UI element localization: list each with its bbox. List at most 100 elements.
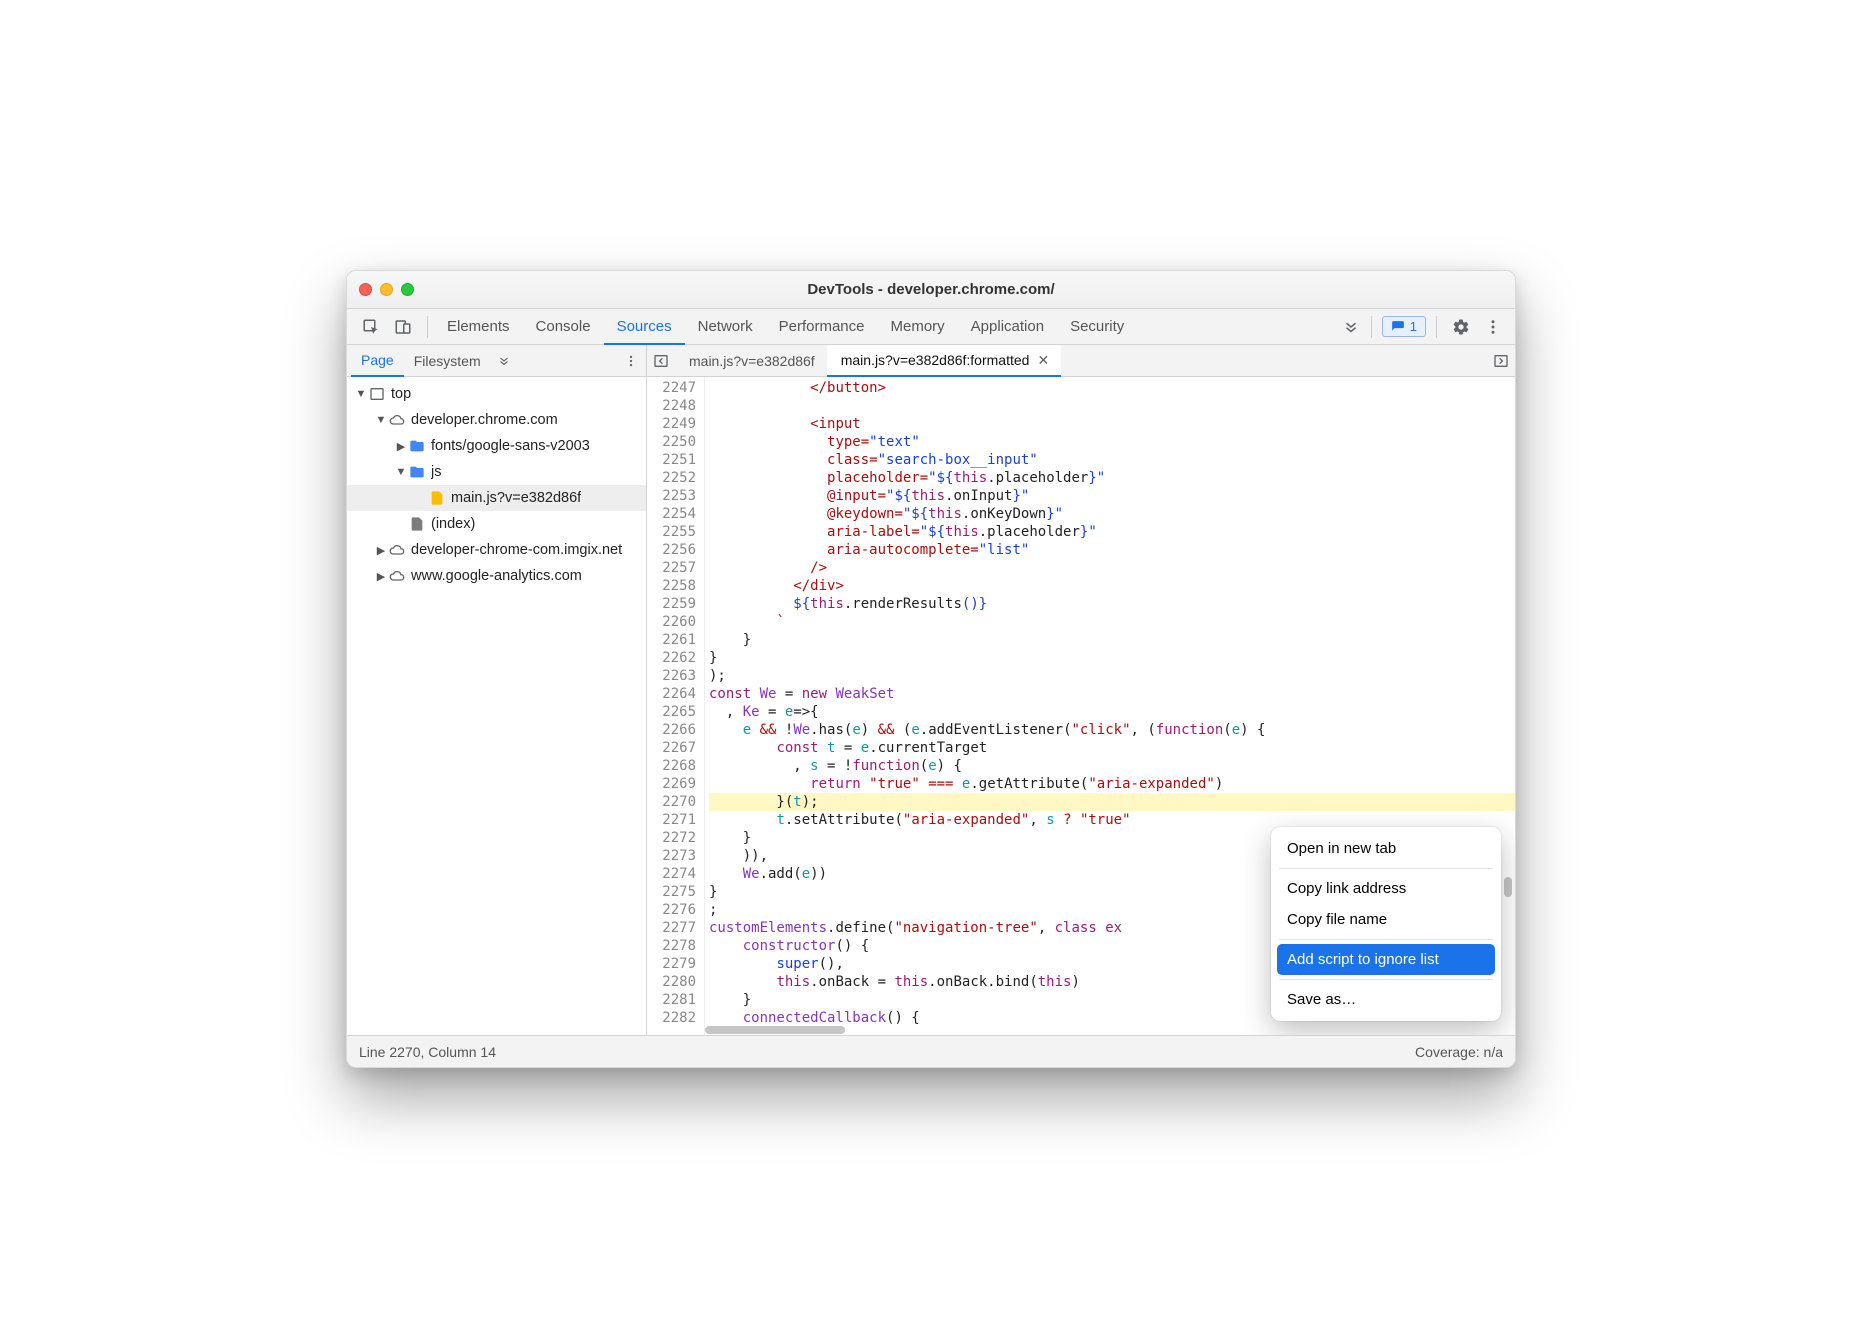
separator [427, 316, 428, 338]
tree-node[interactable]: (index) [347, 511, 646, 537]
tree-node-label: developer.chrome.com [411, 412, 558, 428]
main-tabs-row: ElementsConsoleSourcesNetworkPerformance… [347, 309, 1515, 345]
horizontal-scrollbar[interactable] [705, 1025, 1501, 1035]
context-menu-item[interactable]: Copy file name [1277, 904, 1495, 935]
code-line[interactable]: const t = e.currentTarget [709, 739, 1515, 757]
context-menu-item[interactable]: Add script to ignore list [1277, 944, 1495, 975]
code-line[interactable]: return "true" === e.getAttribute("aria-e… [709, 775, 1515, 793]
code-line[interactable]: placeholder="${this.placeholder}" [709, 469, 1515, 487]
tree-node[interactable]: ▼ top [347, 381, 646, 407]
code-line[interactable]: aria-label="${this.placeholder}" [709, 523, 1515, 541]
kebab-menu-icon[interactable] [1479, 313, 1507, 341]
code-line[interactable]: e && !We.has(e) && (e.addEventListener("… [709, 721, 1515, 739]
tree-node[interactable]: ▼js [347, 459, 646, 485]
context-menu-item[interactable]: Open in new tab [1277, 833, 1495, 864]
expand-arrow-icon[interactable]: ▼ [395, 466, 407, 478]
zoom-window-button[interactable] [401, 283, 414, 296]
main-tab-security[interactable]: Security [1057, 309, 1137, 345]
code-line[interactable]: ); [709, 667, 1515, 685]
tree-node[interactable]: ▼ developer.chrome.com [347, 407, 646, 433]
code-line[interactable]: <input [709, 415, 1515, 433]
code-line[interactable]: /> [709, 559, 1515, 577]
tree-node-label: top [391, 386, 411, 402]
sidebar-kebab-icon[interactable] [616, 345, 646, 377]
tree-node-label: (index) [431, 516, 475, 532]
tree-node[interactable]: main.js?v=e382d86f [347, 485, 646, 511]
toggle-sidebar-icon[interactable] [1487, 353, 1515, 369]
issues-pill[interactable]: 1 [1382, 316, 1426, 337]
menu-separator [1279, 939, 1493, 940]
tree-node[interactable]: ▶fonts/google-sans-v2003 [347, 433, 646, 459]
main-tab-memory[interactable]: Memory [878, 309, 958, 345]
code-line[interactable]: ${this.renderResults()} [709, 595, 1515, 613]
code-line[interactable]: const We = new WeakSet [709, 685, 1515, 703]
minimize-window-button[interactable] [380, 283, 393, 296]
context-menu-item[interactable]: Copy link address [1277, 873, 1495, 904]
code-line[interactable]: @input="${this.onInput}" [709, 487, 1515, 505]
statusbar: Line 2270, Column 14 Coverage: n/a [347, 1035, 1515, 1067]
main-tab-sources[interactable]: Sources [604, 309, 685, 345]
cursor-position: Line 2270, Column 14 [359, 1044, 496, 1060]
code-line[interactable]: ` [709, 613, 1515, 631]
file-tree[interactable]: ▼ top ▼ developer.chrome.com ▶fonts/google-s… [347, 377, 646, 1035]
expand-arrow-icon[interactable]: ▼ [355, 388, 367, 400]
close-tab-icon[interactable]: ✕ [1037, 353, 1049, 367]
editor-nav-back-icon[interactable] [647, 353, 675, 369]
line-gutter: 2247224822492250225122522253225422552256… [647, 377, 705, 1035]
main-tab-application[interactable]: Application [958, 309, 1057, 345]
inspect-element-icon[interactable] [357, 313, 385, 341]
editor-tab[interactable]: main.js?v=e382d86f [675, 345, 827, 377]
editor-panel: main.js?v=e382d86f main.js?v=e382d86f:for… [647, 345, 1515, 1035]
context-menu: Open in new tab Copy link addressCopy fil… [1271, 827, 1501, 1021]
editor-tab-label: main.js?v=e382d86f:formatted [841, 352, 1030, 368]
code-line[interactable]: </button> [709, 379, 1515, 397]
code-line[interactable]: } [709, 649, 1515, 667]
context-menu-item[interactable]: Save as… [1277, 984, 1495, 1015]
editor-tabs: main.js?v=e382d86f main.js?v=e382d86f:for… [647, 345, 1515, 377]
main-tab-elements[interactable]: Elements [434, 309, 523, 345]
close-window-button[interactable] [359, 283, 372, 296]
issue-icon [1391, 320, 1405, 334]
code-line[interactable] [709, 397, 1515, 415]
expand-arrow-icon[interactable]: ▶ [375, 570, 387, 583]
tree-node-label: developer-chrome-com.imgix.net [411, 542, 622, 558]
expand-arrow-icon[interactable]: ▶ [375, 544, 387, 557]
main-tab-performance[interactable]: Performance [766, 309, 878, 345]
code-line[interactable]: , Ke = e=>{ [709, 703, 1515, 721]
separator [1436, 316, 1437, 338]
body-panels: PageFilesystem ▼ top ▼ developer.chrome.com… [347, 345, 1515, 1035]
sidebar-tab-page[interactable]: Page [351, 345, 404, 377]
code-line[interactable]: type="text" [709, 433, 1515, 451]
folder-icon [409, 464, 425, 480]
separator [1371, 316, 1372, 338]
window-title: DevTools - developer.chrome.com/ [347, 281, 1515, 298]
tree-node[interactable]: ▶ developer-chrome-com.imgix.net [347, 537, 646, 563]
device-toolbar-icon[interactable] [389, 313, 417, 341]
code-view[interactable]: 2247224822492250225122522253225422552256… [647, 377, 1515, 1035]
frame-icon [369, 386, 385, 402]
main-tab-console[interactable]: Console [523, 309, 604, 345]
code-line[interactable]: </div> [709, 577, 1515, 595]
code-line[interactable]: @keydown="${this.onKeyDown}" [709, 505, 1515, 523]
main-tab-network[interactable]: Network [685, 309, 766, 345]
editor-tab[interactable]: main.js?v=e382d86f:formatted ✕ [827, 345, 1061, 377]
cloud-icon [389, 412, 405, 428]
expand-arrow-icon[interactable]: ▶ [395, 440, 407, 453]
tree-node-label: www.google-analytics.com [411, 568, 582, 584]
code-line[interactable]: }(t); [709, 793, 1515, 811]
titlebar: DevTools - developer.chrome.com/ [347, 271, 1515, 309]
overflow-tabs-icon[interactable] [1337, 313, 1365, 341]
vertical-scrollbar[interactable] [1504, 877, 1512, 897]
code-line[interactable]: class="search-box__input" [709, 451, 1515, 469]
issues-count: 1 [1410, 319, 1417, 334]
tree-node-label: main.js?v=e382d86f [451, 490, 581, 506]
editor-tab-label: main.js?v=e382d86f [689, 353, 815, 369]
code-line[interactable]: } [709, 631, 1515, 649]
expand-arrow-icon[interactable]: ▼ [375, 414, 387, 426]
sidebar-tab-filesystem[interactable]: Filesystem [404, 345, 491, 377]
settings-gear-icon[interactable] [1447, 313, 1475, 341]
code-line[interactable]: aria-autocomplete="list" [709, 541, 1515, 559]
code-line[interactable]: , s = !function(e) { [709, 757, 1515, 775]
tree-node[interactable]: ▶ www.google-analytics.com [347, 563, 646, 589]
sidebar-overflow-icon[interactable] [491, 345, 517, 377]
